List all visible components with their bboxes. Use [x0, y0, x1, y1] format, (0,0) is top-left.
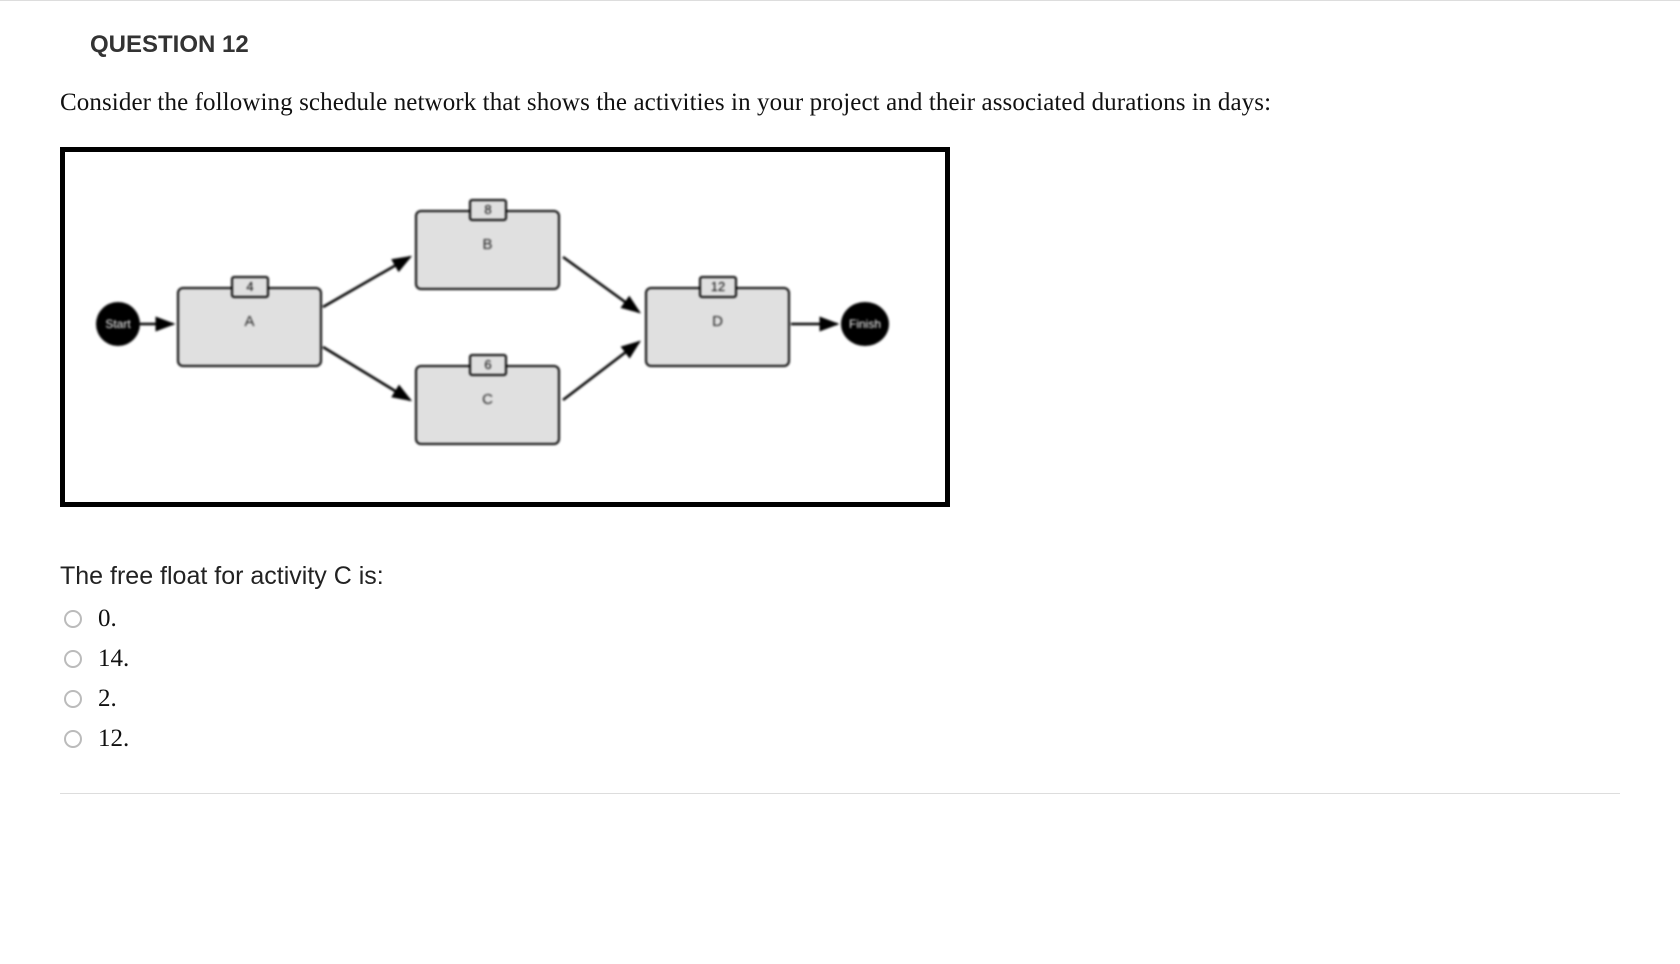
option-0-text: 0.: [98, 605, 117, 633]
option-1[interactable]: 14.: [64, 645, 1620, 673]
question-container: QUESTION 12 Consider the following sched…: [0, 0, 1680, 824]
activity-node-a: 4 A: [177, 287, 322, 367]
option-2-text: 2.: [98, 685, 117, 713]
activity-node-d: 12 D: [645, 287, 790, 367]
activity-d-duration: 12: [699, 276, 737, 298]
activity-node-b: 8 B: [415, 210, 560, 290]
start-node-label: Start: [105, 317, 130, 331]
finish-node-label: Finish: [849, 317, 881, 331]
activity-b-label: B: [417, 236, 558, 253]
option-0[interactable]: 0.: [64, 605, 1620, 633]
network-diagram: Start 4 A 8 B 6 C 12 D Finish: [60, 147, 950, 507]
activity-a-label: A: [179, 313, 320, 330]
radio-icon[interactable]: [64, 650, 82, 668]
activity-node-c: 6 C: [415, 365, 560, 445]
question-prompt: Consider the following schedule network …: [60, 89, 1620, 117]
start-node: Start: [96, 302, 140, 346]
option-3-text: 12.: [98, 725, 129, 753]
answer-options: 0. 14. 2. 12.: [64, 605, 1620, 753]
bottom-divider: [60, 793, 1620, 794]
option-2[interactable]: 2.: [64, 685, 1620, 713]
activity-c-duration: 6: [469, 354, 507, 376]
radio-icon[interactable]: [64, 610, 82, 628]
option-3[interactable]: 12.: [64, 725, 1620, 753]
radio-icon[interactable]: [64, 730, 82, 748]
activity-c-label: C: [417, 391, 558, 408]
question-header: QUESTION 12: [90, 31, 1620, 59]
activity-a-duration: 4: [231, 276, 269, 298]
finish-node: Finish: [841, 302, 889, 346]
activity-d-label: D: [647, 313, 788, 330]
activity-b-duration: 8: [469, 199, 507, 221]
option-1-text: 14.: [98, 645, 129, 673]
radio-icon[interactable]: [64, 690, 82, 708]
sub-question-text: The free float for activity C is:: [60, 562, 1620, 591]
